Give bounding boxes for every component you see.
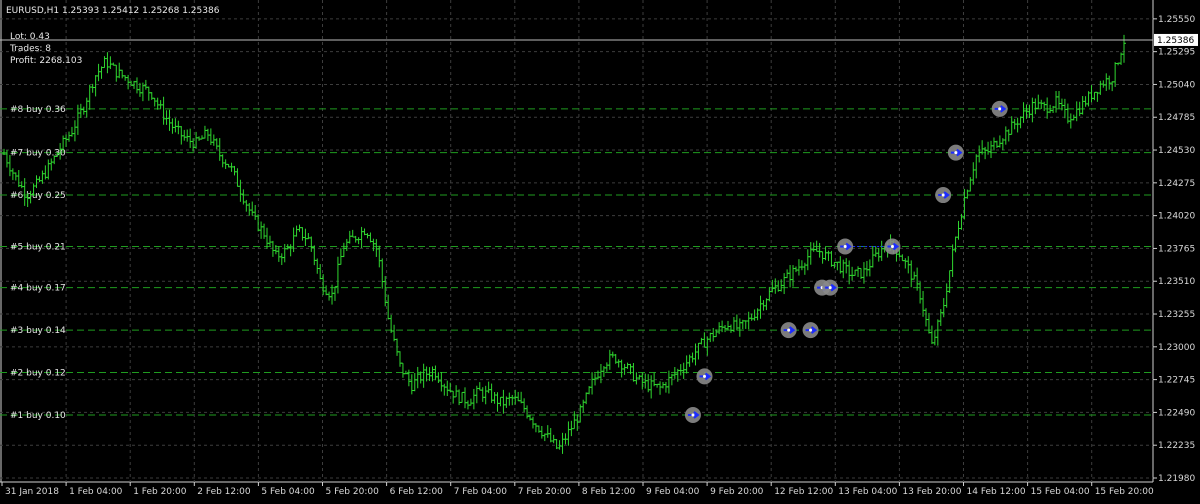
price-tick-label: 1.22235	[1158, 441, 1195, 451]
time-tick-label: 7 Feb 20:00	[518, 487, 572, 497]
time-tick-label: 6 Feb 12:00	[390, 487, 444, 497]
time-tick-label: 13 Feb 04:00	[838, 487, 897, 497]
price-tick-label: 1.24530	[1158, 146, 1195, 156]
time-tick-label: 15 Feb 20:00	[1095, 487, 1154, 497]
time-tick-label: 1 Feb 04:00	[69, 487, 123, 497]
entry-dot	[702, 374, 706, 378]
time-tick-label: 12 Feb 12:00	[774, 487, 833, 497]
time-tick-label: 5 Feb 20:00	[326, 487, 380, 497]
lot-info: Lot: 0.43	[10, 32, 50, 42]
time-tick-label: 9 Feb 04:00	[646, 487, 700, 497]
entry-dot	[828, 286, 832, 290]
time-tick-label: 2 Feb 12:00	[197, 487, 251, 497]
time-tick-label: 31 Jan 2018	[5, 487, 59, 497]
time-tick-label: 8 Feb 12:00	[582, 487, 636, 497]
price-tick-label: 1.23255	[1158, 310, 1195, 320]
time-tick-label: 14 Feb 12:00	[967, 487, 1026, 497]
order-level-label: #8 buy 0.36	[10, 105, 66, 115]
price-tick-label: 1.22745	[1158, 376, 1195, 386]
entry-dot	[941, 193, 945, 197]
time-tick-label: 7 Feb 04:00	[454, 487, 508, 497]
price-tick-label: 1.24020	[1158, 212, 1195, 222]
time-scale: 31 Jan 2018 1 Feb 04:00 1 Feb 20:00 2 Feb 1…	[1, 482, 1154, 497]
price-scale: 1.25550 1.25295 1.25040 1.24785 1.24530 1.242…	[1153, 15, 1195, 484]
grid	[0, 0, 1153, 482]
entry-dot	[843, 245, 847, 248]
profit-info: Profit: 2268.103	[10, 56, 82, 66]
price-chart[interactable]: #8 buy 0.36 #7 buy 0.30 #6 buy 0.25 #5 buy …	[0, 0, 1200, 500]
price-tick-label: 1.25040	[1158, 80, 1195, 90]
entry-dot	[691, 413, 695, 417]
entry-dot	[954, 151, 958, 155]
price-tick-label: 1.22490	[1158, 408, 1195, 418]
time-tick-label: 9 Feb 20:00	[710, 487, 764, 497]
trades-info: Trades: 8	[9, 44, 51, 54]
order-level-label: #3 buy 0.14	[10, 326, 66, 336]
order-level-label: #1 buy 0.10	[10, 411, 66, 421]
current-price-label: 1.25386	[1157, 36, 1194, 46]
order-level-label: #2 buy 0.12	[10, 369, 66, 379]
time-tick-label: 1 Feb 20:00	[133, 487, 187, 497]
time-tick-label: 13 Feb 20:00	[902, 487, 961, 497]
order-level-label: #4 buy 0.17	[10, 284, 66, 294]
price-tick-label: 1.23765	[1158, 244, 1195, 254]
order-level-label: #5 buy 0.21	[10, 243, 66, 253]
entry-dot	[998, 107, 1002, 111]
order-level-label: #6 buy 0.25	[10, 191, 66, 201]
symbol-info: EURUSD,H1 1.25393 1.25412 1.25268 1.2538…	[6, 6, 220, 16]
price-tick-label: 1.24275	[1158, 179, 1195, 189]
entry-dot	[890, 245, 894, 248]
time-tick-label: 5 Feb 04:00	[261, 487, 315, 497]
price-bars	[2, 34, 1126, 454]
entry-dot	[809, 328, 813, 332]
price-tick-label: 1.25295	[1158, 48, 1195, 58]
price-tick-label: 1.24785	[1158, 113, 1195, 123]
price-tick-label: 1.23510	[1158, 277, 1195, 287]
time-tick-label: 15 Feb 04:00	[1031, 487, 1090, 497]
price-tick-label: 1.25550	[1158, 15, 1195, 25]
price-tick-label: 1.21980	[1158, 474, 1195, 484]
entry-dot	[787, 328, 791, 332]
price-tick-label: 1.23000	[1158, 343, 1195, 353]
